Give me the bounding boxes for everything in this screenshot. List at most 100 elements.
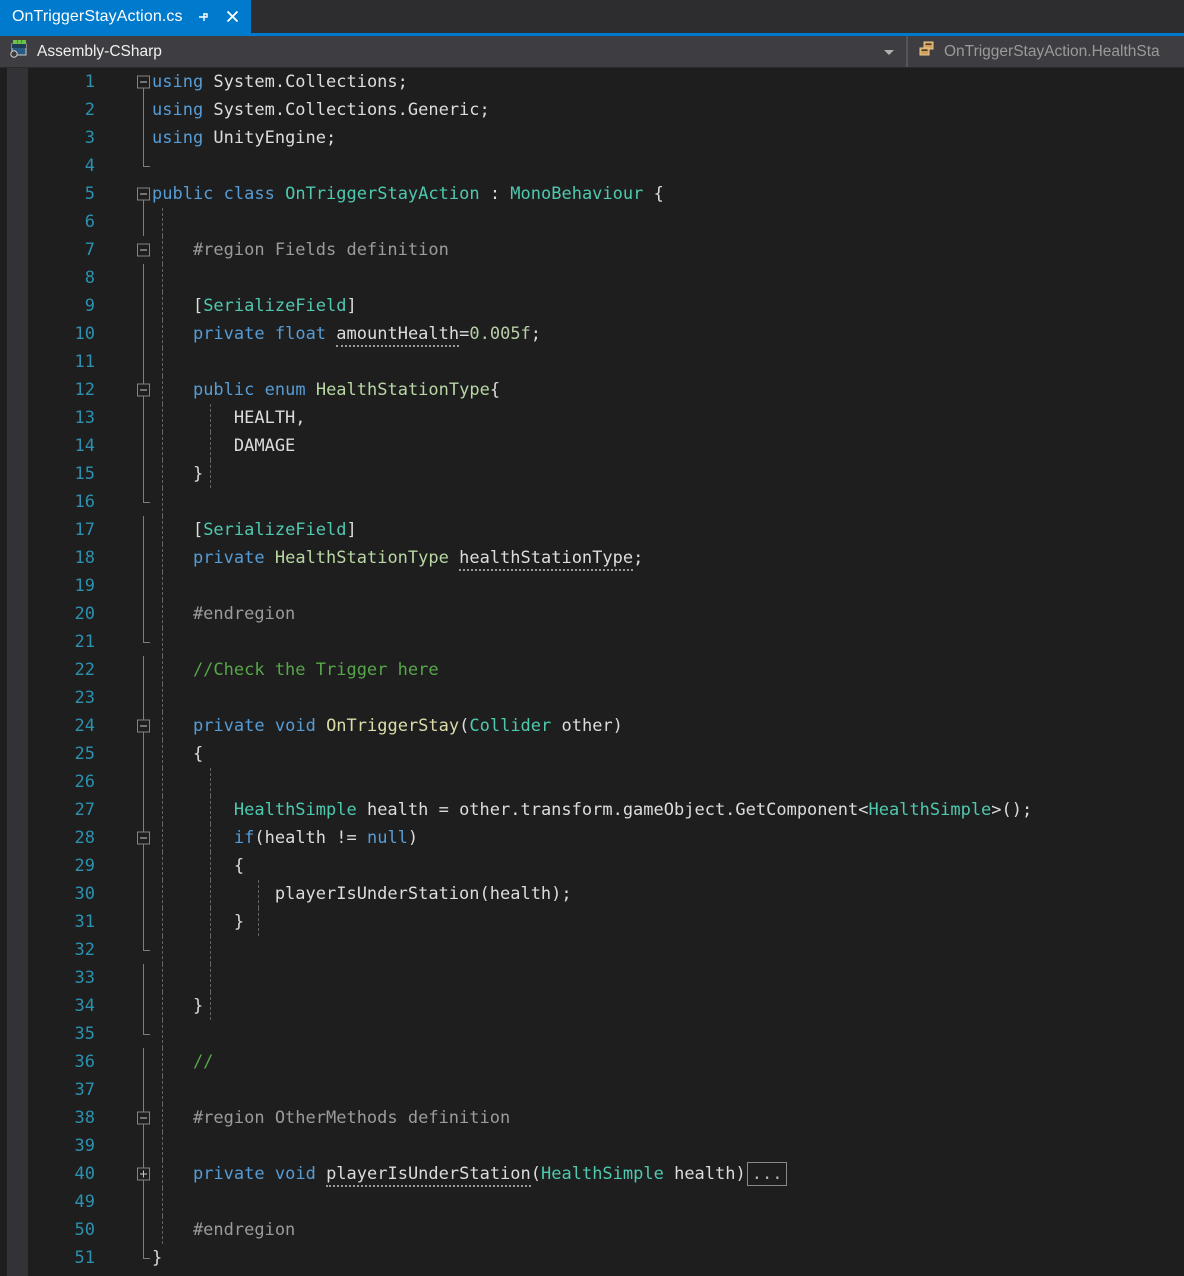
outline-connector xyxy=(143,992,144,1020)
code-line[interactable]: 23 xyxy=(0,684,1184,712)
code-line[interactable]: 29 { xyxy=(0,852,1184,880)
code-text[interactable]: if(health != null) xyxy=(152,824,418,852)
indent-guide xyxy=(162,488,163,516)
code-line[interactable]: 15 } xyxy=(0,460,1184,488)
code-line[interactable]: 39 xyxy=(0,1132,1184,1160)
code-text[interactable]: #endregion xyxy=(152,1216,295,1244)
code-text[interactable]: // xyxy=(152,1048,213,1076)
code-line[interactable]: 20 #endregion xyxy=(0,600,1184,628)
code-token: } xyxy=(152,996,203,1016)
code-line[interactable]: 51} xyxy=(0,1244,1184,1272)
code-line[interactable]: 40 private void playerIsUnderStation(Hea… xyxy=(0,1160,1184,1188)
chevron-down-icon[interactable] xyxy=(883,43,895,61)
code-line[interactable]: 27 HealthSimple health = other.transform… xyxy=(0,796,1184,824)
code-text[interactable]: DAMAGE xyxy=(152,432,295,460)
code-line[interactable]: 3using UnityEngine; xyxy=(0,124,1184,152)
code-text[interactable]: using System.Collections.Generic; xyxy=(152,96,490,124)
outline-connector xyxy=(143,1048,144,1076)
collapsed-region-placeholder[interactable]: ... xyxy=(747,1162,788,1186)
code-text[interactable]: private void OnTriggerStay(Collider othe… xyxy=(152,712,623,740)
code-text[interactable]: { xyxy=(152,852,244,880)
code-editor[interactable]: 1using System.Collections;2using System.… xyxy=(0,68,1184,1276)
code-line[interactable]: 24 private void OnTriggerStay(Collider o… xyxy=(0,712,1184,740)
collapse-region-button[interactable] xyxy=(137,832,150,845)
code-text[interactable]: [SerializeField] xyxy=(152,292,357,320)
code-line[interactable]: 5public class OnTriggerStayAction : Mono… xyxy=(0,180,1184,208)
code-line[interactable]: 30 playerIsUnderStation(health); xyxy=(0,880,1184,908)
code-line[interactable]: 33 xyxy=(0,964,1184,992)
code-text[interactable]: playerIsUnderStation(health); xyxy=(152,880,572,908)
code-surface[interactable]: 1using System.Collections;2using System.… xyxy=(0,68,1184,1276)
code-line[interactable]: 49 xyxy=(0,1188,1184,1216)
project-dropdown[interactable]: Assembly-CSharp xyxy=(0,36,908,67)
code-line[interactable]: 2using System.Collections.Generic; xyxy=(0,96,1184,124)
code-line[interactable]: 26 xyxy=(0,768,1184,796)
code-line[interactable]: 10 private float amountHealth=0.005f; xyxy=(0,320,1184,348)
outline-connector xyxy=(143,880,144,908)
code-line[interactable]: 35 xyxy=(0,1020,1184,1048)
collapse-region-button[interactable] xyxy=(137,188,150,201)
code-text[interactable]: } xyxy=(152,460,203,488)
code-line[interactable]: 34 } xyxy=(0,992,1184,1020)
code-text[interactable]: private HealthStationType healthStationT… xyxy=(152,544,643,572)
code-text[interactable]: #endregion xyxy=(152,600,295,628)
code-line[interactable]: 8 xyxy=(0,264,1184,292)
code-line[interactable]: 11 xyxy=(0,348,1184,376)
code-line[interactable]: 28 if(health != null) xyxy=(0,824,1184,852)
collapse-region-button[interactable] xyxy=(137,76,150,89)
code-text[interactable]: //Check the Trigger here xyxy=(152,656,439,684)
code-text[interactable]: [SerializeField] xyxy=(152,516,357,544)
code-line[interactable]: 18 private HealthStationType healthStati… xyxy=(0,544,1184,572)
code-line[interactable]: 4 xyxy=(0,152,1184,180)
close-icon[interactable] xyxy=(223,7,243,27)
pin-icon[interactable] xyxy=(193,7,213,27)
code-text[interactable]: private float amountHealth=0.005f; xyxy=(152,320,541,348)
code-text[interactable]: #region Fields definition xyxy=(152,236,449,264)
code-line[interactable]: 21 xyxy=(0,628,1184,656)
code-text[interactable]: private void playerIsUnderStation(Health… xyxy=(152,1160,787,1188)
line-number: 12 xyxy=(0,376,95,404)
code-token: } xyxy=(152,912,244,932)
code-line[interactable]: 17 [SerializeField] xyxy=(0,516,1184,544)
collapse-region-button[interactable] xyxy=(137,1112,150,1125)
code-text[interactable]: public class OnTriggerStayAction : MonoB… xyxy=(152,180,664,208)
expand-region-button[interactable] xyxy=(137,1168,150,1181)
code-text[interactable]: { xyxy=(152,740,203,768)
collapse-region-button[interactable] xyxy=(137,384,150,397)
code-line[interactable]: 12 public enum HealthStationType{ xyxy=(0,376,1184,404)
code-text[interactable]: HealthSimple health = other.transform.ga… xyxy=(152,796,1032,824)
code-text[interactable]: } xyxy=(152,992,203,1020)
code-line[interactable]: 9 [SerializeField] xyxy=(0,292,1184,320)
member-dropdown[interactable]: OnTriggerStayAction.HealthSta xyxy=(908,36,1184,67)
code-text[interactable]: HEALTH, xyxy=(152,404,306,432)
code-line[interactable]: 19 xyxy=(0,572,1184,600)
code-line[interactable]: 7 #region Fields definition xyxy=(0,236,1184,264)
code-line[interactable]: 50 #endregion xyxy=(0,1216,1184,1244)
code-text[interactable]: #region OtherMethods definition xyxy=(152,1104,510,1132)
code-line[interactable]: 14 DAMAGE xyxy=(0,432,1184,460)
code-line[interactable]: 13 HEALTH, xyxy=(0,404,1184,432)
code-line[interactable]: 37 xyxy=(0,1076,1184,1104)
code-line[interactable]: 22 //Check the Trigger here xyxy=(0,656,1184,684)
code-line[interactable]: 16 xyxy=(0,488,1184,516)
code-token xyxy=(152,828,234,848)
code-text[interactable]: using System.Collections; xyxy=(152,68,408,96)
code-line[interactable]: 31 } xyxy=(0,908,1184,936)
code-text[interactable]: using UnityEngine; xyxy=(152,124,336,152)
editor-tab-ontriggerstayaction[interactable]: OnTriggerStayAction.cs xyxy=(0,0,251,33)
line-number: 18 xyxy=(0,544,95,572)
collapse-region-button[interactable] xyxy=(137,720,150,733)
code-line[interactable]: 36 // xyxy=(0,1048,1184,1076)
line-number: 51 xyxy=(0,1244,95,1272)
code-token: public xyxy=(193,380,254,400)
code-text[interactable]: } xyxy=(152,1244,162,1272)
code-line[interactable]: 6 xyxy=(0,208,1184,236)
code-text[interactable]: public enum HealthStationType{ xyxy=(152,376,500,404)
code-line[interactable]: 38 #region OtherMethods definition xyxy=(0,1104,1184,1132)
code-line[interactable]: 32 xyxy=(0,936,1184,964)
code-line[interactable]: 1using System.Collections; xyxy=(0,68,1184,96)
code-text[interactable]: } xyxy=(152,908,244,936)
outline-region-end xyxy=(143,166,150,167)
collapse-region-button[interactable] xyxy=(137,244,150,257)
code-line[interactable]: 25 { xyxy=(0,740,1184,768)
